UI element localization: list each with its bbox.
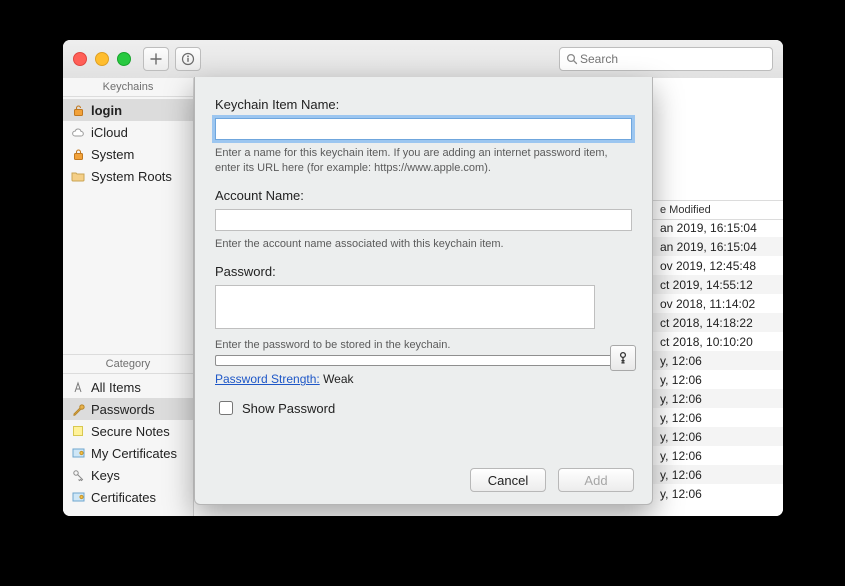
search-input[interactable] (578, 51, 766, 67)
date-cell: ct 2018, 10:10:20 (660, 335, 753, 349)
unlocked-icon (71, 103, 85, 117)
cloud-icon (71, 125, 85, 139)
category-certificates[interactable]: Certificates (63, 486, 193, 508)
all-items-icon (71, 380, 85, 394)
password-help: Enter the password to be stored in the k… (215, 338, 632, 353)
account-name-label: Account Name: (215, 188, 632, 203)
sidebar: Keychains login iCloud System System Roo… (63, 78, 194, 516)
category-secure-notes[interactable]: Secure Notes (63, 420, 193, 442)
date-cell: y, 12:06 (660, 430, 702, 444)
password-label: Password: (215, 264, 632, 279)
search-field[interactable] (559, 47, 773, 71)
date-cell: y, 12:06 (660, 411, 702, 425)
cert-icon (71, 490, 85, 504)
date-cell: y, 12:06 (660, 354, 702, 368)
date-cell: y, 12:06 (660, 487, 702, 501)
category-keys[interactable]: Keys (63, 464, 193, 486)
password-strength-link[interactable]: Password Strength: (215, 372, 320, 386)
folder-icon (71, 169, 85, 183)
category-all-items[interactable]: All Items (63, 376, 193, 398)
password-strength-meter (215, 355, 632, 366)
locked-icon (71, 147, 85, 161)
item-name-help: Enter a name for this keychain item. If … (215, 146, 632, 176)
sidebar-item-label: Certificates (91, 490, 156, 505)
category-my-certificates[interactable]: My Certificates (63, 442, 193, 464)
date-cell: ct 2019, 14:55:12 (660, 278, 753, 292)
date-cell: y, 12:06 (660, 449, 702, 463)
password-strength-row: Password Strength: Weak (215, 372, 632, 386)
minimize-window-button[interactable] (95, 52, 109, 66)
password-input[interactable] (215, 285, 595, 329)
date-modified-column[interactable]: e Modified (660, 204, 711, 216)
info-button[interactable] (175, 47, 201, 71)
sidebar-item-label: login (91, 103, 122, 118)
category-passwords[interactable]: Passwords (63, 398, 193, 420)
add-item-button[interactable] (143, 47, 169, 71)
keychains-header: Keychains (63, 78, 193, 97)
date-cell: ov 2019, 12:45:48 (660, 259, 756, 273)
date-cell: an 2019, 16:15:04 (660, 240, 757, 254)
item-name-label: Keychain Item Name: (215, 97, 632, 112)
sidebar-item-label: All Items (91, 380, 141, 395)
zoom-window-button[interactable] (117, 52, 131, 66)
sidebar-item-label: My Certificates (91, 446, 177, 461)
account-name-help: Enter the account name associated with t… (215, 237, 632, 252)
date-cell: an 2019, 16:15:04 (660, 221, 757, 235)
new-password-item-dialog: Keychain Item Name: Enter a name for thi… (194, 77, 653, 505)
sidebar-item-label: Passwords (91, 402, 155, 417)
sidebar-item-label: Keys (91, 468, 120, 483)
sidebar-item-label: System Roots (91, 169, 172, 184)
keychain-system-roots[interactable]: System Roots (63, 165, 193, 187)
add-button[interactable]: Add (558, 468, 634, 492)
date-cell: y, 12:06 (660, 392, 702, 406)
date-cell: y, 12:06 (660, 468, 702, 482)
password-strength-value: Weak (323, 372, 353, 386)
password-assistant-button[interactable] (610, 345, 636, 371)
search-icon (566, 53, 578, 65)
key-icon (617, 351, 629, 365)
key-icon (71, 468, 85, 482)
sidebar-item-label: System (91, 147, 134, 162)
keychain-login[interactable]: login (63, 99, 193, 121)
sidebar-item-label: Secure Notes (91, 424, 170, 439)
titlebar (63, 40, 783, 79)
date-cell: y, 12:06 (660, 373, 702, 387)
sidebar-item-label: iCloud (91, 125, 128, 140)
keychain-system[interactable]: System (63, 143, 193, 165)
my-cert-icon (71, 446, 85, 460)
account-name-input[interactable] (215, 209, 632, 231)
item-name-input[interactable] (215, 118, 632, 140)
note-icon (71, 424, 85, 438)
cancel-button[interactable]: Cancel (470, 468, 546, 492)
keychain-icloud[interactable]: iCloud (63, 121, 193, 143)
passwords-icon (71, 402, 85, 416)
window-controls (73, 52, 131, 66)
category-header: Category (63, 354, 193, 374)
date-cell: ov 2018, 11:14:02 (660, 297, 755, 311)
show-password-input[interactable] (219, 401, 233, 415)
close-window-button[interactable] (73, 52, 87, 66)
show-password-checkbox[interactable]: Show Password (215, 398, 632, 418)
date-cell: ct 2018, 14:18:22 (660, 316, 753, 330)
show-password-label: Show Password (242, 401, 335, 416)
